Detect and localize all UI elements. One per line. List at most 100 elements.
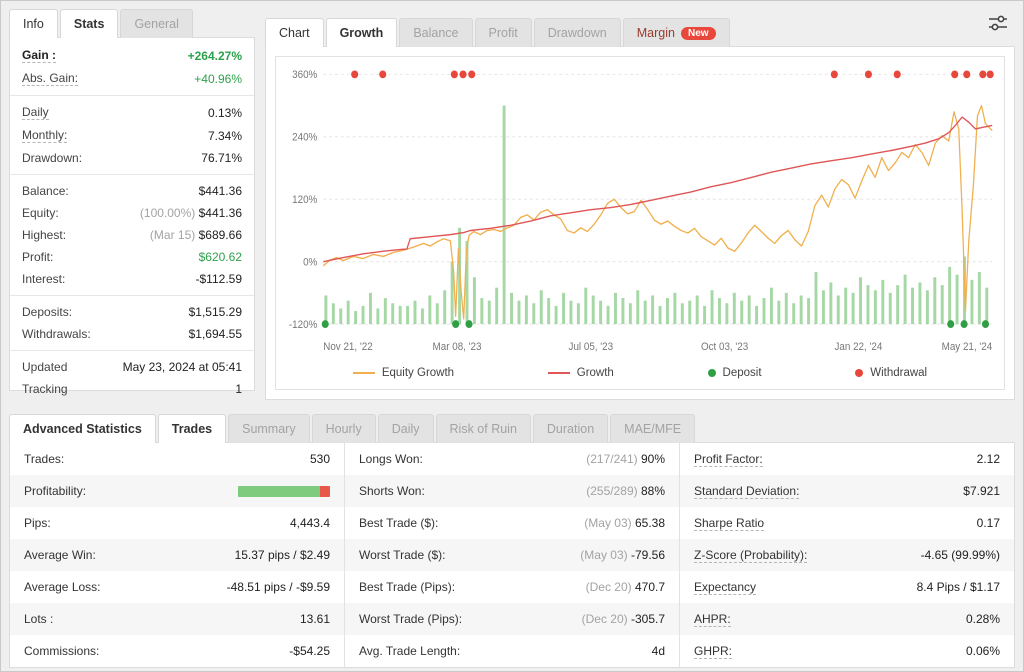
svg-text:Oct 03, '23: Oct 03, '23	[701, 342, 748, 354]
svg-text:Nov 21, '22: Nov 21, '22	[323, 342, 373, 354]
stat-value: 0.28%	[965, 612, 1000, 626]
tab-label: Daily	[391, 422, 420, 436]
stat-row-worst-trade: Worst Trade ($): (May 03) -79.56	[345, 539, 679, 571]
stat-row-expectancy: Expectancy 8.4 Pips / $1.17	[680, 571, 1014, 603]
stat-label: Daily	[22, 105, 49, 120]
stat-value: -$112.59	[195, 272, 242, 286]
growth-chart-svg[interactable]: 360% 240% 120% 0% -120% Nov 21, '22 Mar 08, '2…	[276, 57, 1004, 361]
svg-text:120%: 120%	[292, 195, 317, 207]
tab-hourly[interactable]: Hourly	[311, 414, 376, 443]
tab-risk-of-ruin[interactable]: Risk of Ruin	[435, 414, 531, 443]
tab-label: Stats	[73, 17, 105, 31]
stat-value: 8.4 Pips / $1.17	[916, 580, 1000, 594]
tab-margin[interactable]: Margin New	[622, 18, 730, 47]
stat-value: -$54.25	[289, 644, 330, 658]
stat-row-sharpe-ratio: Sharpe Ratio 0.17	[680, 507, 1014, 539]
stat-row-profitability: Profitability:	[10, 475, 344, 507]
tab-advanced-statistics[interactable]: Advanced Statistics	[9, 414, 156, 443]
tab-daily[interactable]: Daily	[377, 414, 434, 443]
stat-label: Withdrawals:	[22, 327, 91, 341]
tab-label: General	[134, 17, 179, 31]
stat-label: Z-Score (Probability):	[694, 547, 808, 563]
bottom-tabs: Advanced Statistics Trades Summary Hourly Da…	[9, 414, 1015, 443]
stat-row-monthly: Monthly: 7.34%	[10, 124, 254, 147]
tab-label: Chart	[279, 26, 310, 40]
stat-label: Worst Trade (Pips):	[359, 612, 463, 626]
stats-col-2: Longs Won: (217/241) 90% Shorts Won: (255/2…	[344, 443, 679, 667]
stat-label: Abs. Gain:	[22, 71, 79, 86]
stat-label: Monthly:	[22, 128, 68, 143]
stat-value: -48.51 pips / -$9.59	[226, 580, 330, 594]
stat-value: (Mar 15) $689.66	[149, 228, 242, 242]
new-badge: New	[680, 26, 716, 40]
stat-row-drawdown: Drawdown: 76.71%	[10, 147, 254, 175]
stat-value: (Dec 20) 470.7	[585, 580, 665, 594]
tab-general[interactable]: General	[120, 9, 193, 38]
stats-col-3: Profit Factor: 2.12 Standard Deviation: $7.…	[679, 443, 1014, 667]
profitability-loss-segment	[319, 485, 330, 497]
legend-label: Withdrawal	[870, 367, 928, 379]
stat-row-profit-factor: Profit Factor: 2.12	[680, 443, 1014, 475]
tab-growth[interactable]: Growth	[325, 18, 398, 47]
tab-duration[interactable]: Duration	[532, 414, 609, 443]
stat-row-commissions: Commissions: -$54.25	[10, 635, 344, 667]
svg-text:Jan 22, '24: Jan 22, '24	[834, 342, 882, 354]
tab-info[interactable]: Info	[9, 9, 58, 38]
stat-value-note: (255/289)	[586, 484, 641, 498]
tab-chart[interactable]: Chart	[265, 18, 324, 47]
stat-value: +40.96%	[194, 71, 242, 86]
stat-value: (May 03) -79.56	[580, 548, 665, 562]
legend-line-marker	[547, 372, 570, 374]
stat-value: 4d	[651, 644, 665, 658]
stat-row-daily: Daily 0.13%	[10, 101, 254, 124]
stat-row-profit: Profit: $620.62	[10, 246, 254, 268]
svg-text:May 21, '24: May 21, '24	[942, 342, 993, 354]
tab-summary[interactable]: Summary	[228, 414, 310, 443]
tab-stats[interactable]: Stats	[59, 9, 119, 38]
stat-value: (255/289) 88%	[586, 484, 665, 498]
stat-label: Standard Deviation:	[694, 483, 800, 499]
stat-label: Pips:	[24, 516, 51, 530]
stat-label: Gain :	[22, 48, 57, 63]
info-stats-tabs: Info Stats General	[9, 9, 255, 38]
tab-label: Drawdown	[547, 26, 607, 40]
svg-text:360%: 360%	[292, 70, 317, 82]
stat-value-note: (May 03)	[580, 548, 631, 562]
tab-profit[interactable]: Profit	[474, 18, 532, 47]
tab-label: Growth	[339, 26, 384, 40]
tab-label: Margin	[636, 26, 675, 40]
svg-text:Mar 08, '23: Mar 08, '23	[433, 342, 482, 354]
stat-value: (217/241) 90%	[586, 452, 665, 466]
legend-item-growth: Growth	[547, 367, 614, 379]
stat-label: Deposits:	[22, 305, 73, 319]
stat-value: May 23, 2024 at 05:41	[122, 360, 242, 374]
legend-label: Deposit	[722, 367, 762, 379]
tab-balance[interactable]: Balance	[399, 18, 473, 47]
tab-mae-mfe[interactable]: MAE/MFE	[610, 414, 696, 443]
stat-row-worst-trade-pips: Worst Trade (Pips): (Dec 20) -305.7	[345, 603, 679, 635]
tab-trades[interactable]: Trades	[157, 414, 227, 443]
dashboard-page: Info Stats General Gain : +264.27% Abs. Gain…	[0, 0, 1024, 672]
tab-drawdown[interactable]: Drawdown	[533, 18, 621, 47]
stat-row-best-trade-pips: Best Trade (Pips): (Dec 20) 470.7	[345, 571, 679, 603]
stat-row-equity: Equity: (100.00%) $441.36	[10, 202, 254, 224]
stat-label: Worst Trade ($):	[359, 548, 446, 562]
tab-label: Hourly	[325, 422, 362, 436]
growth-chart-card: 360% 240% 120% 0% -120% Nov 21, '22 Mar 08, '2…	[265, 46, 1015, 400]
stat-row-standard-deviation: Standard Deviation: $7.921	[680, 475, 1014, 507]
legend-label: Equity Growth	[381, 367, 455, 379]
tab-label: Trades	[171, 422, 213, 436]
stats-card: Gain : +264.27% Abs. Gain: +40.96% Daily 0.13…	[9, 37, 255, 396]
stat-value: 0.13%	[207, 105, 242, 120]
stat-label: Balance:	[22, 184, 69, 198]
stat-value: 1	[235, 382, 242, 396]
stat-label: Best Trade (Pips):	[359, 580, 456, 594]
stat-label: Shorts Won:	[359, 484, 425, 498]
stat-label: Profit Factor:	[694, 451, 763, 467]
chart-settings-button[interactable]	[981, 9, 1015, 42]
stat-row-abs-gain: Abs. Gain: +40.96%	[10, 67, 254, 96]
legend-item-deposit: Deposit	[707, 367, 762, 379]
stat-value-note: (100.00%)	[139, 206, 199, 220]
stat-label: Drawdown:	[22, 151, 83, 165]
tab-label: Duration	[546, 422, 595, 436]
